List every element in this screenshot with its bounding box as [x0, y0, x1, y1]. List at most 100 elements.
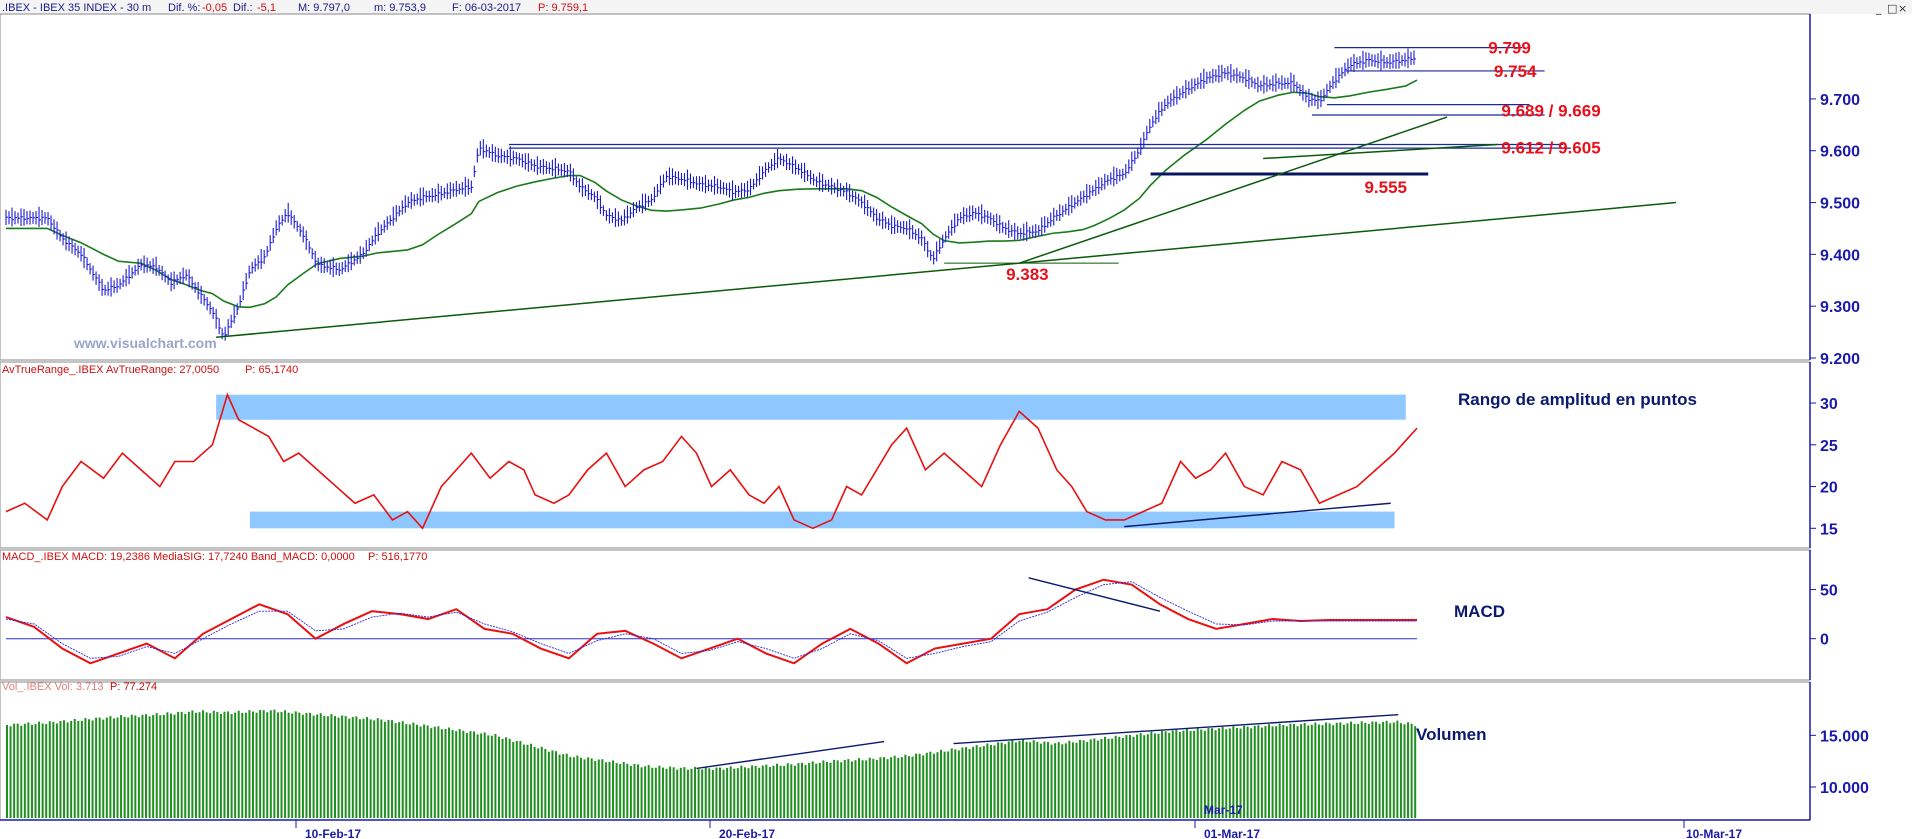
volume-bar	[1346, 723, 1349, 818]
volume-bar	[654, 767, 657, 818]
volume-bar	[501, 738, 504, 818]
volume-bar	[940, 749, 943, 818]
volume-bar	[708, 768, 711, 818]
volume-bar	[209, 713, 212, 818]
volume-bar	[811, 761, 814, 818]
volume-bar	[679, 767, 682, 818]
volume-bar	[1007, 741, 1010, 818]
volume-bar	[266, 712, 269, 818]
volume-bar	[822, 760, 825, 818]
volume-bar	[897, 757, 900, 818]
volume-bar	[661, 767, 664, 818]
volume-bar	[423, 724, 426, 818]
volume-bar	[148, 716, 151, 818]
volume-bar	[259, 710, 262, 818]
volume-bar	[462, 730, 465, 818]
volume-bar	[280, 712, 283, 818]
volume-bar	[954, 749, 957, 818]
volume-bar	[1371, 721, 1374, 818]
volume-bar	[287, 712, 290, 818]
volume-bar	[394, 723, 397, 818]
atr-panel-title: AvTrueRange_.IBEX AvTrueRange: 27,0050	[2, 364, 219, 376]
volume-bar	[1036, 741, 1039, 818]
volume-bar	[1246, 726, 1249, 818]
volume-bar	[626, 763, 629, 818]
volume-bar	[1282, 725, 1285, 818]
volume-bar	[55, 723, 58, 818]
volume-bar	[112, 718, 115, 818]
volume-bar	[440, 729, 443, 818]
price-tick-label: 9.600	[1820, 144, 1860, 161]
atr-tick-label: 25	[1820, 438, 1838, 455]
volume-bar	[255, 712, 258, 818]
annotation-9689: 9.689 / 9.669	[1501, 101, 1600, 120]
volume-bar	[219, 713, 222, 818]
volume-bar	[537, 748, 540, 818]
volume-bar	[850, 761, 853, 818]
volume-bar	[512, 741, 515, 818]
volume-bar	[1196, 728, 1199, 818]
volume-bar	[1107, 738, 1110, 818]
maximize-icon[interactable]: □	[1887, 2, 1897, 15]
minimize-icon[interactable]: _	[1875, 2, 1882, 15]
volume-bar	[815, 763, 818, 818]
volume-bar	[865, 760, 868, 818]
volume-bar	[858, 758, 861, 818]
volume-panel-note: Volumen	[1416, 725, 1487, 744]
volume-bar	[1303, 723, 1306, 818]
volume-bar	[719, 767, 722, 818]
volume-bar	[187, 711, 190, 818]
volume-bar	[20, 725, 23, 818]
volume-bar	[284, 710, 287, 818]
volume-bar	[1317, 724, 1320, 818]
volume-bar	[1153, 733, 1156, 818]
volume-bar	[1175, 729, 1178, 818]
volume-bar	[169, 713, 172, 818]
volume-bar	[1011, 740, 1014, 818]
price-tick-label: 9.700	[1820, 92, 1860, 109]
close-icon[interactable]: ×	[1898, 2, 1907, 15]
volume-bar	[715, 767, 718, 818]
volume-bar	[515, 740, 518, 818]
volume-bar	[1068, 740, 1071, 818]
volume-bar	[137, 717, 140, 818]
volume-bar	[251, 711, 254, 818]
volume-bar	[1339, 722, 1342, 818]
macd-panel-title: MACD_.IBEX MACD: 19,2386 MediaSIG: 17,72…	[2, 551, 355, 563]
volume-bar	[1367, 724, 1370, 818]
volume-bar	[344, 716, 347, 818]
volume-bar	[1161, 730, 1164, 818]
volume-bar	[904, 754, 907, 818]
price-window-buttons[interactable]: _ □ ×	[1875, 2, 1907, 15]
volume-bar	[45, 724, 48, 818]
volume-bar	[1243, 725, 1246, 818]
volume-bar	[833, 759, 836, 818]
volume-bar	[437, 726, 440, 818]
volume-bar	[262, 710, 265, 818]
volume-bar	[1268, 724, 1271, 818]
volume-bar	[629, 765, 632, 818]
volume-bar	[1171, 730, 1174, 818]
volume-bar	[205, 712, 208, 818]
atr-lower-band	[249, 511, 1395, 529]
volume-bar	[358, 719, 361, 818]
volume-bar	[473, 731, 476, 818]
volume-bar	[1186, 728, 1189, 818]
volume-bar	[476, 734, 479, 818]
chart-header-dif-pct-label: Dif. %:	[168, 2, 200, 14]
volume-bar	[87, 719, 90, 818]
volume-bar	[1046, 741, 1049, 818]
volume-bar	[273, 709, 276, 818]
volume-bar	[1335, 722, 1338, 818]
volume-bar	[80, 720, 83, 818]
volume-bar	[469, 731, 472, 818]
volume-bar	[943, 751, 946, 818]
volume-bar	[964, 747, 967, 818]
volume-bar	[1121, 737, 1124, 818]
volume-bar	[658, 765, 661, 818]
volume-bar	[683, 767, 686, 818]
volume-bar	[929, 751, 932, 818]
volume-bar	[697, 769, 700, 818]
volume-bar	[569, 757, 572, 818]
volume-bar	[155, 713, 158, 818]
